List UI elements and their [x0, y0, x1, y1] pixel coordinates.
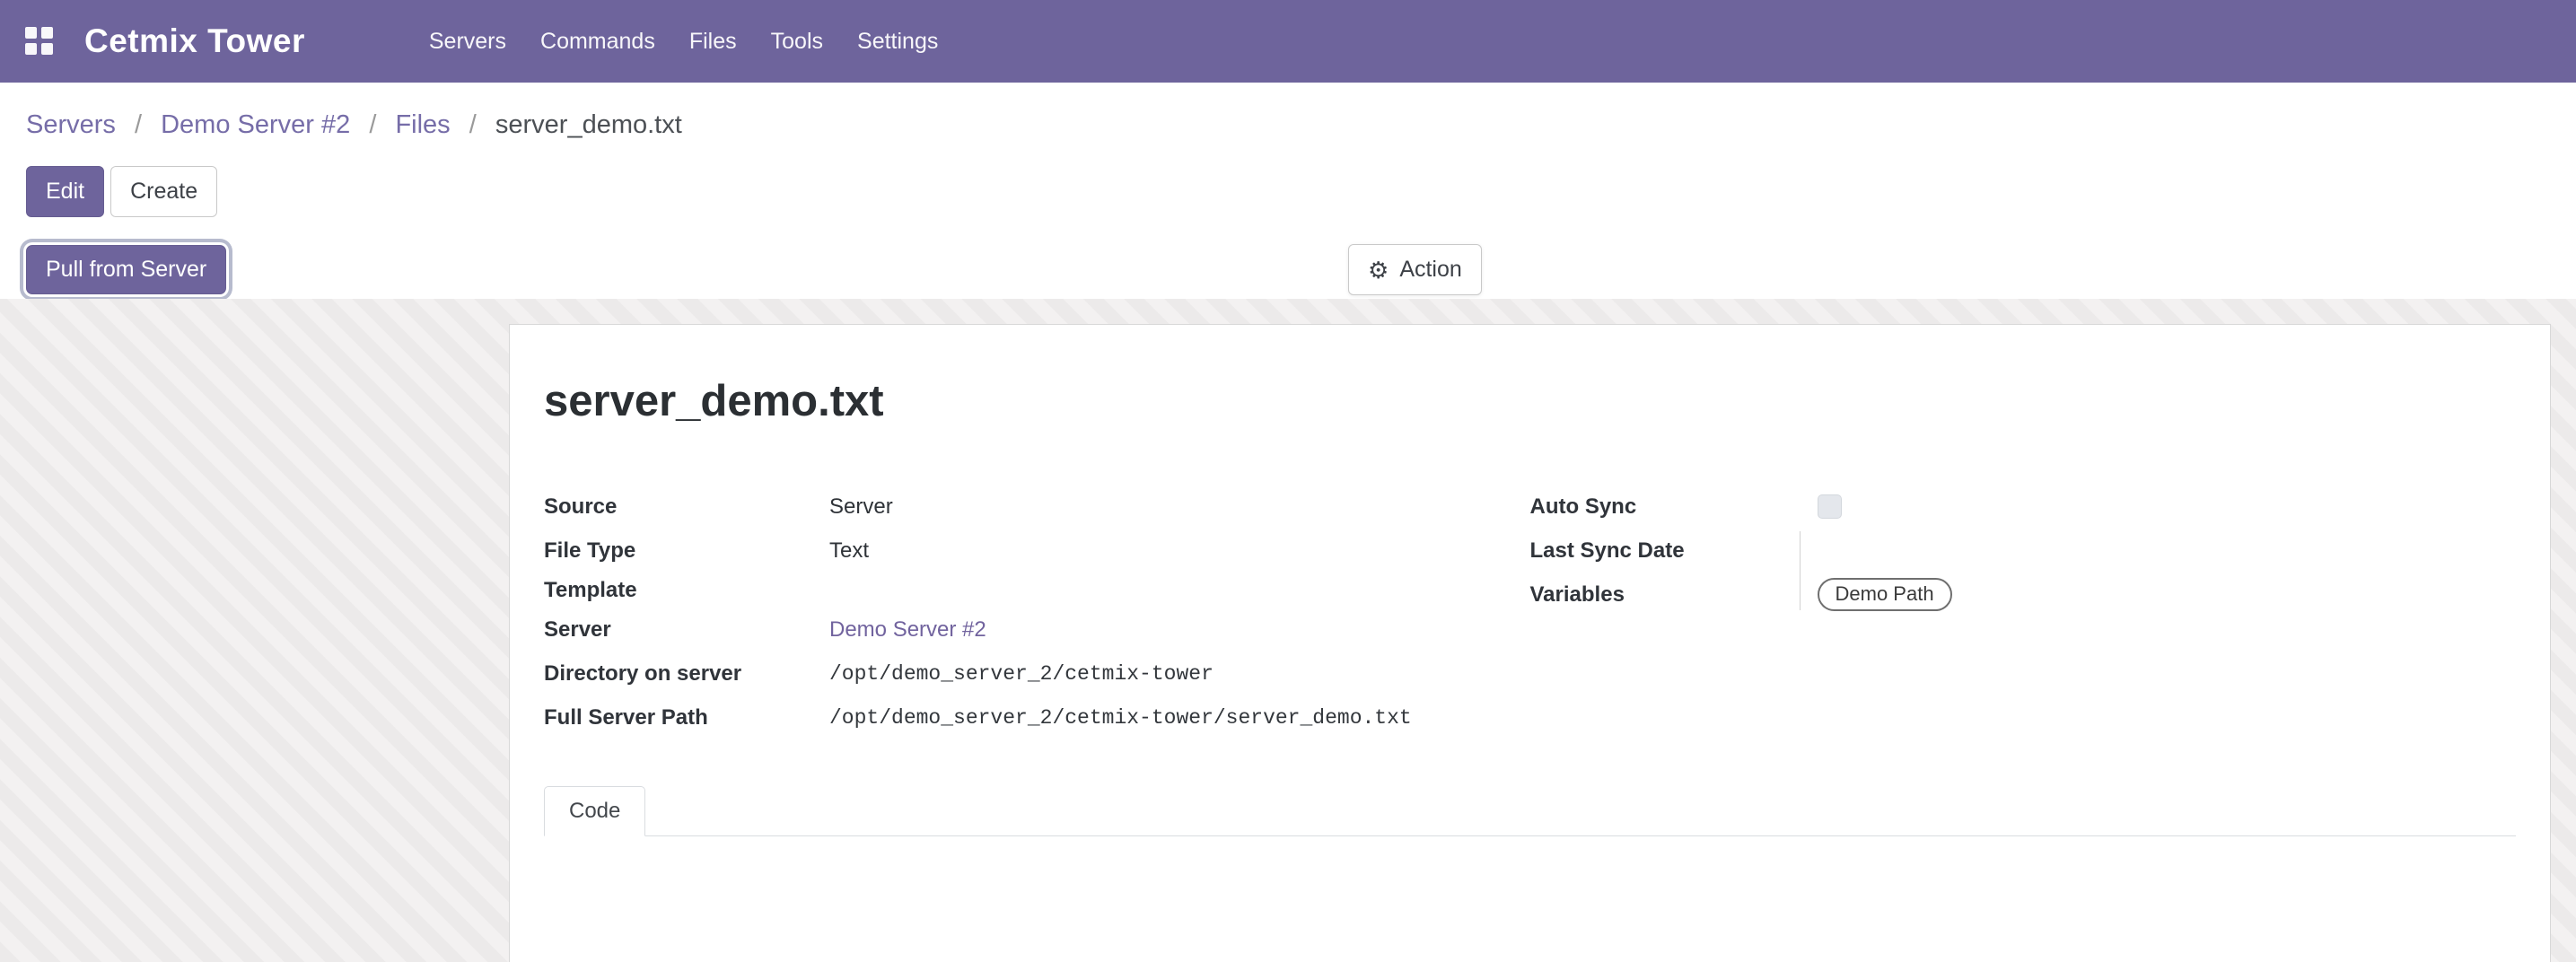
field-value-auto-sync	[1818, 494, 1842, 519]
field-value-full-path: /opt/demo_server_2/cetmix-tower/server_d…	[829, 706, 1412, 730]
breadcrumb-separator: /	[135, 110, 142, 139]
breadcrumb: Servers / Demo Server #2 / Files / serve…	[26, 107, 2576, 143]
field-row-server: Server Demo Server #2	[544, 608, 1530, 652]
create-button[interactable]: Create	[110, 166, 217, 217]
form-sheet: server_demo.txt Source Server File Type …	[509, 324, 2551, 962]
field-row-template: Template	[544, 573, 1530, 608]
notebook-tabs: Code	[544, 786, 2516, 836]
apps-menu-icon[interactable]	[25, 27, 54, 56]
group-divider	[1800, 531, 1801, 610]
field-label-template: Template	[544, 578, 829, 603]
field-value-directory: /opt/demo_server_2/cetmix-tower	[829, 662, 1214, 686]
screen: Cetmix Tower Servers Commands Files Tool…	[0, 0, 2576, 962]
form-view-background: server_demo.txt Source Server File Type …	[0, 299, 2576, 962]
action-menu-label: Action	[1399, 257, 1461, 283]
field-row-variables: Variables Demo Path	[1530, 573, 2517, 617]
button-row: Edit Create	[26, 166, 2576, 217]
menu-item-tools[interactable]: Tools	[771, 29, 823, 55]
field-label-directory: Directory on server	[544, 661, 829, 687]
menu-item-settings[interactable]: Settings	[857, 29, 938, 55]
field-row-source: Source Server	[544, 485, 1530, 529]
breadcrumb-servers[interactable]: Servers	[26, 110, 116, 139]
menu-item-servers[interactable]: Servers	[429, 29, 506, 55]
field-row-last-sync-date: Last Sync Date	[1530, 529, 2517, 573]
field-label-full-path: Full Server Path	[544, 705, 829, 730]
field-label-last-sync-date: Last Sync Date	[1530, 538, 1818, 564]
code-tab-content	[544, 836, 2516, 962]
field-value-server: Demo Server #2	[829, 617, 986, 643]
app-brand[interactable]: Cetmix Tower	[84, 22, 305, 60]
field-value-variables: Demo Path	[1818, 578, 1952, 612]
field-row-file-type: File Type Text	[544, 529, 1530, 573]
field-value-source: Server	[829, 494, 893, 520]
object-button-row: Pull from Server	[26, 245, 2576, 294]
menu-item-commands[interactable]: Commands	[540, 29, 655, 55]
auto-sync-checkbox	[1818, 494, 1842, 519]
server-record-link[interactable]: Demo Server #2	[829, 617, 986, 642]
action-menu-button[interactable]: ⚙ Action	[1348, 244, 1482, 295]
gear-icon: ⚙	[1368, 258, 1389, 282]
main-menu: Servers Commands Files Tools Settings	[429, 29, 938, 55]
field-groups: Source Server File Type Text Template Se…	[544, 485, 2516, 739]
apps-menu-icon-dot	[25, 27, 37, 39]
top-navbar: Cetmix Tower Servers Commands Files Tool…	[0, 0, 2576, 83]
field-label-auto-sync: Auto Sync	[1530, 494, 1818, 520]
field-value-file-type: Text	[829, 538, 869, 564]
field-label-server: Server	[544, 617, 829, 643]
breadcrumb-separator: /	[469, 110, 477, 139]
apps-menu-icon-dot	[25, 43, 37, 55]
apps-menu-icon-dot	[41, 43, 53, 55]
field-row-full-path: Full Server Path /opt/demo_server_2/cetm…	[544, 695, 1530, 739]
field-group-right: Auto Sync Last Sync Date Variables Demo …	[1530, 485, 2517, 739]
tab-code[interactable]: Code	[544, 786, 645, 836]
field-label-source: Source	[544, 494, 829, 520]
breadcrumb-separator: /	[369, 110, 376, 139]
field-label-file-type: File Type	[544, 538, 829, 564]
variable-tag-demo-path: Demo Path	[1818, 578, 1952, 612]
menu-item-files[interactable]: Files	[689, 29, 737, 55]
field-group-left: Source Server File Type Text Template Se…	[544, 485, 1530, 739]
field-row-auto-sync: Auto Sync	[1530, 485, 2517, 529]
field-label-variables: Variables	[1530, 582, 1818, 608]
breadcrumb-files[interactable]: Files	[395, 110, 450, 139]
edit-button[interactable]: Edit	[26, 166, 104, 217]
control-panel: Servers / Demo Server #2 / Files / serve…	[0, 83, 2576, 299]
breadcrumb-current: server_demo.txt	[495, 110, 682, 139]
apps-menu-icon-dot	[41, 27, 53, 39]
pull-from-server-button[interactable]: Pull from Server	[26, 245, 226, 294]
field-row-directory: Directory on server /opt/demo_server_2/c…	[544, 652, 1530, 695]
record-title: server_demo.txt	[544, 375, 2516, 427]
breadcrumb-demo-server-2[interactable]: Demo Server #2	[161, 110, 350, 139]
